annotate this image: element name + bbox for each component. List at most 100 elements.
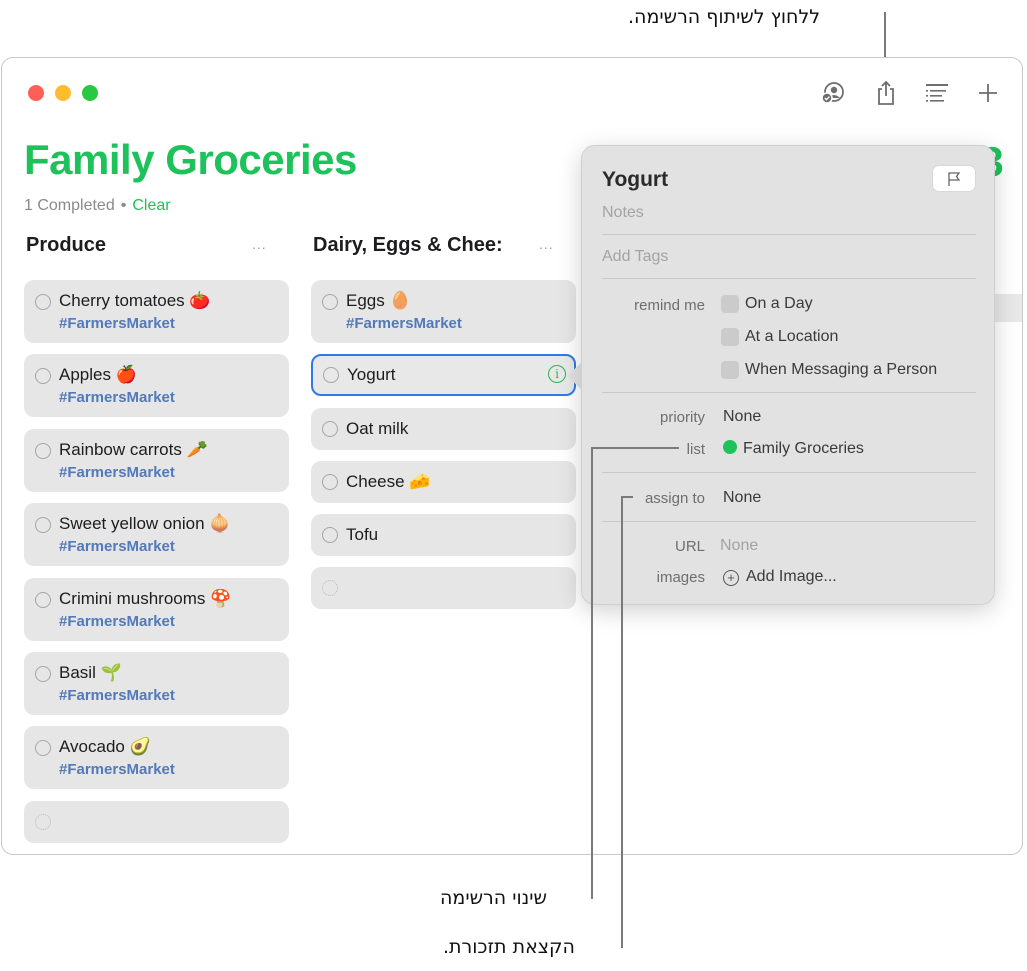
clear-completed-button[interactable]: Clear <box>132 197 170 214</box>
reminder-tag[interactable]: #FarmersMarket <box>59 464 175 481</box>
on-a-day-checkbox[interactable] <box>721 295 739 313</box>
reminder-card[interactable]: Eggs 🥚 #FarmersMarket <box>311 280 576 343</box>
detail-title[interactable]: Yogurt <box>602 168 668 192</box>
section-title-dairy[interactable]: Dairy, Eggs & Chee: <box>313 234 519 257</box>
reminder-title[interactable]: Cherry tomatoes 🍅 <box>59 291 211 311</box>
reminder-tag[interactable]: #FarmersMarket <box>59 315 175 332</box>
new-reminder-card[interactable] <box>24 801 289 843</box>
reminder-card[interactable]: Basil 🌱 #FarmersMarket <box>24 652 289 715</box>
url-field[interactable]: None <box>720 537 758 555</box>
add-image-label: Add Image... <box>746 568 837 585</box>
reminder-card[interactable]: Sweet yellow onion 🧅 #FarmersMarket <box>24 503 289 566</box>
divider <box>602 392 976 393</box>
reminder-card-selected[interactable]: Yogurt i <box>311 354 576 396</box>
reminder-tag[interactable]: #FarmersMarket <box>59 687 175 704</box>
reminder-card[interactable]: Apples 🍎 #FarmersMarket <box>24 354 289 417</box>
callout-change-list: שינוי הרשימה <box>440 887 547 909</box>
reminder-title[interactable]: Apples 🍎 <box>59 365 137 385</box>
section-more-button[interactable]: ... <box>539 236 554 252</box>
zoom-button[interactable] <box>82 85 98 101</box>
when-messaging-label[interactable]: When Messaging a Person <box>745 361 937 379</box>
section-title-produce[interactable]: Produce <box>26 234 246 257</box>
list-label: list <box>686 441 705 458</box>
new-reminder-circle <box>35 814 51 830</box>
reminder-title[interactable]: Crimini mushrooms 🍄 <box>59 589 231 609</box>
reminder-card[interactable]: Oat milk <box>311 408 576 450</box>
reminder-tag[interactable]: #FarmersMarket <box>59 761 175 778</box>
reminder-title[interactable]: Rainbow carrots 🥕 <box>59 440 208 460</box>
complete-checkbox[interactable] <box>35 740 51 756</box>
add-image-button[interactable]: + Add Image... <box>723 568 837 586</box>
reminder-card[interactable]: Crimini mushrooms 🍄 #FarmersMarket <box>24 578 289 641</box>
reminder-title[interactable]: Oat milk <box>346 419 408 439</box>
complete-checkbox[interactable] <box>322 421 338 437</box>
notes-field[interactable]: Notes <box>602 204 644 222</box>
complete-checkbox[interactable] <box>35 294 51 310</box>
list-title: Family Groceries <box>24 136 357 183</box>
reminder-card[interactable]: Avocado 🥑 #FarmersMarket <box>24 726 289 789</box>
priority-select[interactable]: None <box>723 408 761 426</box>
new-reminder-circle <box>322 580 338 596</box>
reminder-card[interactable]: Cheese 🧀 <box>311 461 576 503</box>
reminder-tag[interactable]: #FarmersMarket <box>346 315 462 332</box>
list-color-dot <box>723 440 737 454</box>
when-messaging-checkbox[interactable] <box>721 361 739 379</box>
complete-checkbox[interactable] <box>322 474 338 490</box>
callout-line-list-h <box>591 447 679 449</box>
flag-icon <box>948 171 961 186</box>
complete-checkbox[interactable] <box>35 368 51 384</box>
share-icon[interactable] <box>871 78 901 108</box>
share-with-people-icon[interactable] <box>818 78 848 108</box>
minimize-button[interactable] <box>55 85 71 101</box>
assign-to-select[interactable]: None <box>723 489 761 507</box>
reminder-tag[interactable]: #FarmersMarket <box>59 538 175 555</box>
at-location-label[interactable]: At a Location <box>745 328 838 346</box>
callout-assign-reminder: הקצאת תזכורת. <box>443 936 575 958</box>
reminder-detail-popover: Yogurt Notes Add Tags remind me On a Day… <box>581 145 995 605</box>
images-label: images <box>656 569 705 586</box>
reminder-tag[interactable]: #FarmersMarket <box>59 389 175 406</box>
new-reminder-card[interactable] <box>311 567 576 609</box>
divider <box>602 472 976 473</box>
add-icon[interactable] <box>973 78 1003 108</box>
completed-status: 1 Completed • Clear <box>24 197 171 215</box>
divider <box>602 234 976 235</box>
close-button[interactable] <box>28 85 44 101</box>
reminder-card[interactable]: Cherry tomatoes 🍅 #FarmersMarket <box>24 280 289 343</box>
list-select[interactable]: Family Groceries <box>723 440 864 458</box>
complete-checkbox[interactable] <box>322 527 338 543</box>
complete-checkbox[interactable] <box>323 367 339 383</box>
completed-count: 1 Completed <box>24 197 115 214</box>
complete-checkbox[interactable] <box>35 666 51 682</box>
complete-checkbox[interactable] <box>35 592 51 608</box>
reminder-title[interactable]: Eggs 🥚 <box>346 291 411 311</box>
url-label: URL <box>674 538 705 555</box>
section-more-button[interactable]: ... <box>252 236 267 252</box>
reminder-title[interactable]: Yogurt <box>347 365 396 385</box>
on-a-day-label[interactable]: On a Day <box>745 295 813 313</box>
reminder-tag[interactable]: #FarmersMarket <box>59 613 175 630</box>
reminder-card[interactable]: Tofu <box>311 514 576 556</box>
reminder-title[interactable]: Sweet yellow onion 🧅 <box>59 514 230 534</box>
flag-button[interactable] <box>932 165 976 192</box>
reminder-title[interactable]: Avocado 🥑 <box>59 737 151 757</box>
reminder-title[interactable]: Cheese 🧀 <box>346 472 431 492</box>
divider <box>602 278 976 279</box>
complete-checkbox[interactable] <box>35 517 51 533</box>
assign-to-label: assign to <box>644 490 705 507</box>
reminder-card[interactable]: Rainbow carrots 🥕 #FarmersMarket <box>24 429 289 492</box>
popover-arrow <box>567 362 582 390</box>
at-location-checkbox[interactable] <box>721 328 739 346</box>
priority-label: priority <box>659 409 705 426</box>
remind-me-label: remind me <box>634 297 705 314</box>
reminder-title[interactable]: Tofu <box>346 525 378 545</box>
complete-checkbox[interactable] <box>35 443 51 459</box>
list-name: Family Groceries <box>743 440 864 457</box>
add-tags-field[interactable]: Add Tags <box>602 248 668 266</box>
reminder-title[interactable]: Basil 🌱 <box>59 663 122 683</box>
info-icon[interactable]: i <box>548 365 566 383</box>
add-circle-icon: + <box>723 570 739 586</box>
callout-line-assign-v <box>621 496 623 948</box>
complete-checkbox[interactable] <box>322 294 338 310</box>
view-options-icon[interactable] <box>922 78 952 108</box>
